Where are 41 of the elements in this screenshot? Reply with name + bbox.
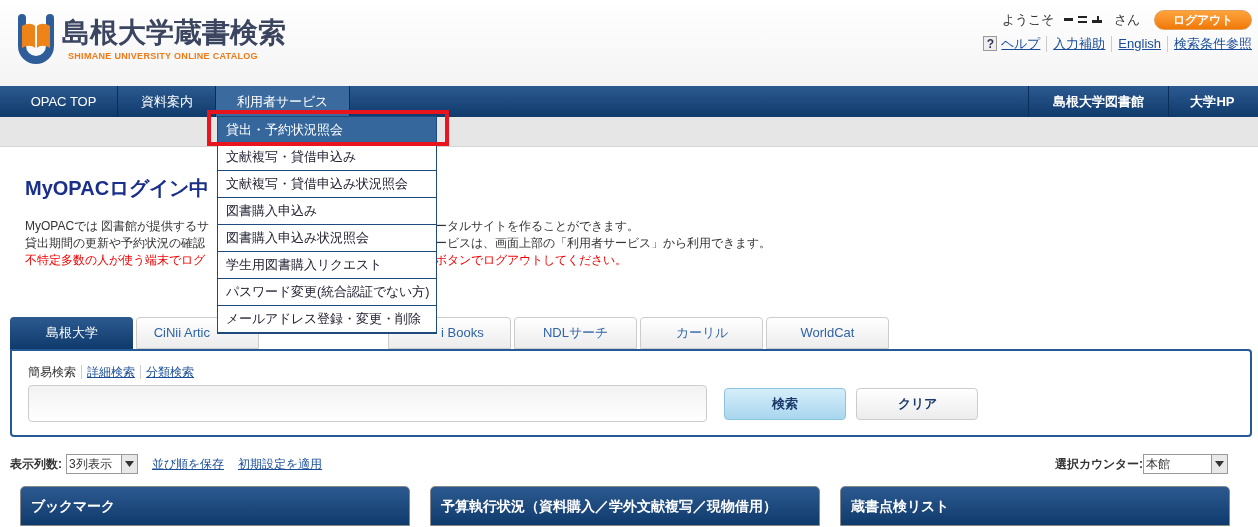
save-order-link[interactable]: 並び順を保存 — [152, 455, 224, 473]
menu-item[interactable]: 図書購入申込み状況照会 — [218, 225, 436, 252]
menu-item[interactable]: メールアドレス登録・変更・削除 — [218, 306, 436, 333]
columns-select[interactable]: 3列表示 — [66, 454, 138, 474]
menu-item[interactable]: パスワード変更(統合認証でない方) — [218, 279, 436, 306]
search-tab[interactable]: カーリル — [640, 317, 763, 349]
search-button[interactable]: 検索 — [724, 387, 846, 420]
panel-header: ブックマーク — [20, 486, 410, 526]
menu-item[interactable]: 貸出・予約状況照会 — [218, 117, 436, 144]
search-mode-link[interactable]: 分類検索 — [146, 363, 194, 381]
counter-select[interactable]: 本館 — [1143, 454, 1228, 474]
header-link[interactable]: ヘルプ — [1001, 34, 1041, 54]
search-tab[interactable]: WorldCat — [766, 317, 889, 349]
redacted-name-icon — [1064, 15, 1104, 25]
page-heading: MyOPACログイン中 — [25, 176, 210, 201]
panel-header: 予算執行状況（資料購入／学外文献複写／現物借用） — [430, 486, 820, 526]
warning-text: 不特定多数の人が使う端末でログ — [25, 253, 205, 267]
intro-text: 貸出期間の更新や予約状況の確認 — [25, 236, 205, 250]
menu-item[interactable]: 図書購入申込み — [218, 198, 436, 225]
site-subtitle: SHIMANE UNIVERSITY ONLINE CATALOG — [68, 50, 259, 63]
header-link[interactable]: English — [1118, 34, 1161, 54]
honorific-text: さん — [1114, 11, 1140, 30]
header-link[interactable]: 検索条件参照 — [1174, 34, 1252, 54]
search-field[interactable] — [28, 385, 707, 422]
search-tab[interactable]: 島根大学 — [10, 317, 133, 349]
site-title: 島根大学蔵書検索 — [62, 16, 286, 50]
clear-button[interactable]: クリア — [856, 387, 978, 420]
menu-item[interactable]: 学生用図書購入リクエスト — [218, 252, 436, 279]
menu-item[interactable]: 文献複写・貸借申込み — [218, 144, 436, 171]
search-mode-link[interactable]: 詳細検索 — [87, 363, 135, 381]
columns-label: 表示列数: — [10, 456, 62, 473]
apply-defaults-link[interactable]: 初期設定を適用 — [238, 455, 322, 473]
panel-header: 蔵書点検リスト — [840, 486, 1230, 526]
welcome-text: ようこそ — [1002, 11, 1054, 30]
search-mode-link[interactable]: 簡易検索 — [28, 363, 76, 381]
search-tab[interactable]: NDLサーチ — [514, 317, 637, 349]
help-icon[interactable]: ? — [983, 36, 998, 52]
menu-item[interactable]: 文献複写・貸借申込み状況照会 — [218, 171, 436, 198]
intro-text: MyOPACでは 図書館が提供するサ — [25, 219, 210, 233]
header-link[interactable]: 入力補助 — [1053, 34, 1106, 54]
counter-label: 選択カウンター: — [1055, 456, 1143, 473]
